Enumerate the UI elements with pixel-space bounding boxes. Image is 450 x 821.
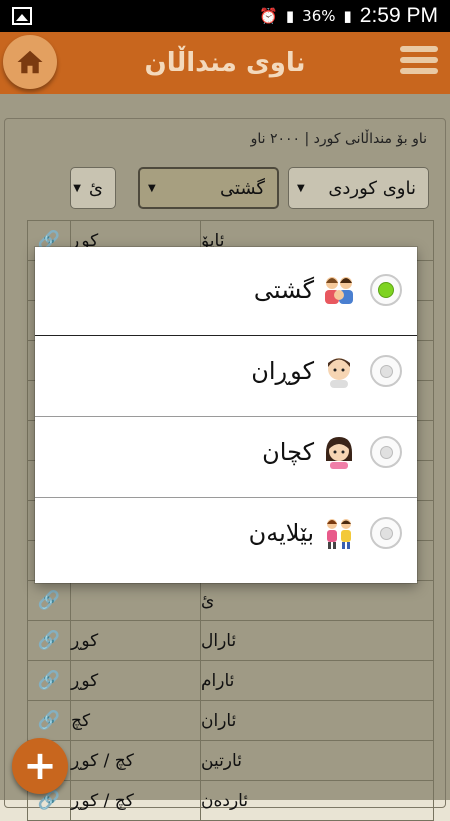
home-button[interactable] bbox=[3, 35, 57, 89]
letter-select-value: ئ bbox=[88, 177, 103, 199]
name-cell: ئارتین bbox=[201, 750, 242, 771]
dropdown-arrow-icon: ▼ bbox=[297, 182, 305, 194]
gender-cell bbox=[71, 581, 201, 620]
link-icon[interactable]: 🔗 bbox=[28, 661, 71, 700]
radio-dot-icon bbox=[378, 282, 394, 298]
radio-button[interactable] bbox=[370, 355, 402, 387]
gender-option[interactable]: کوڕان bbox=[35, 331, 417, 411]
gender-cell: کچ bbox=[71, 701, 201, 740]
gender-option[interactable]: گشتی bbox=[35, 250, 417, 330]
name-cell: ئاران bbox=[201, 710, 237, 731]
gender-option-label: کچان bbox=[262, 438, 314, 466]
app-title: ناوی منداڵان bbox=[144, 48, 306, 78]
dropdown-arrow-icon: ▼ bbox=[73, 182, 81, 194]
language-select-value: ناوی کوردی bbox=[328, 177, 416, 199]
gender-option[interactable]: کچان bbox=[35, 412, 417, 492]
status-time: 2:59 PM bbox=[359, 4, 438, 27]
couple-icon bbox=[322, 516, 356, 550]
family-icon bbox=[322, 273, 356, 307]
link-icon[interactable]: 🔗 bbox=[28, 701, 71, 740]
language-select[interactable]: ناوی کوردی ▼ bbox=[288, 167, 429, 209]
radio-button[interactable] bbox=[370, 436, 402, 468]
menu-icon bbox=[400, 46, 438, 52]
signal-icon: ▮ bbox=[285, 7, 295, 25]
radio-button[interactable] bbox=[370, 274, 402, 306]
name-cell: ئارام bbox=[201, 670, 235, 691]
radio-dot-icon bbox=[379, 364, 393, 378]
gallery-notification-icon bbox=[12, 7, 32, 25]
menu-button[interactable] bbox=[400, 46, 438, 80]
gender-cell: کوڕ bbox=[71, 621, 201, 660]
gender-cell: کچ / کوڕ bbox=[71, 781, 201, 820]
link-icon[interactable]: 🔗 bbox=[28, 621, 71, 660]
radio-dot-icon bbox=[379, 526, 393, 540]
gender-option[interactable]: بێلایەن bbox=[35, 493, 417, 573]
add-button[interactable]: + bbox=[12, 738, 68, 794]
panel-legend: ناو بۆ منداڵانی کورد | ٢٠٠٠ ناو bbox=[244, 131, 433, 147]
gender-select-value: گشتی bbox=[219, 177, 265, 199]
table-row[interactable]: 🔗 کچ / کوڕ ئاردەن bbox=[28, 781, 434, 821]
table-row[interactable]: 🔗 کچ ئاران bbox=[28, 701, 434, 741]
app-bar: ناوی منداڵان bbox=[0, 32, 450, 94]
boy-icon bbox=[322, 354, 356, 388]
status-bar: ⏰ ▮ 36% ▮ 2:59 PM bbox=[0, 0, 450, 32]
gender-option-label: گشتی bbox=[253, 276, 314, 304]
alarm-icon: ⏰ bbox=[259, 7, 278, 25]
gender-option-label: بێلایەن bbox=[248, 519, 314, 547]
table-row[interactable]: 🔗ئ bbox=[28, 581, 434, 621]
status-icons: ⏰ ▮ 36% ▮ 2:59 PM bbox=[259, 0, 438, 32]
plus-icon: + bbox=[23, 743, 57, 789]
name-cell: ئاردەن bbox=[201, 790, 249, 811]
gender-select[interactable]: گشتی ▼ bbox=[138, 167, 279, 209]
gender-cell: کچ / کوڕ bbox=[71, 741, 201, 780]
home-icon bbox=[17, 50, 43, 74]
radio-button[interactable] bbox=[370, 517, 402, 549]
table-row[interactable]: 🔗 کوڕ ئارام bbox=[28, 661, 434, 701]
gender-cell: کوڕ bbox=[71, 661, 201, 700]
battery-percent: 36% bbox=[302, 7, 336, 25]
radio-dot-icon bbox=[379, 445, 393, 459]
letter-select[interactable]: ئ ▼ bbox=[70, 167, 116, 209]
table-row[interactable]: 🔗 کوڕ ئارال bbox=[28, 621, 434, 661]
table-row[interactable]: 🔗کچ / کوڕئارتین bbox=[28, 741, 434, 781]
gender-option-label: کوڕان bbox=[251, 357, 314, 385]
girl-icon bbox=[322, 435, 356, 469]
link-icon[interactable]: 🔗 bbox=[28, 581, 71, 620]
dropdown-arrow-icon: ▼ bbox=[148, 182, 156, 194]
battery-icon: ▮ bbox=[343, 7, 352, 25]
name-cell: ئارال bbox=[201, 630, 237, 651]
gender-dialog: گشتی کوڕان کچان بێلایەن bbox=[35, 247, 417, 583]
name-cell: ئ bbox=[201, 590, 215, 611]
